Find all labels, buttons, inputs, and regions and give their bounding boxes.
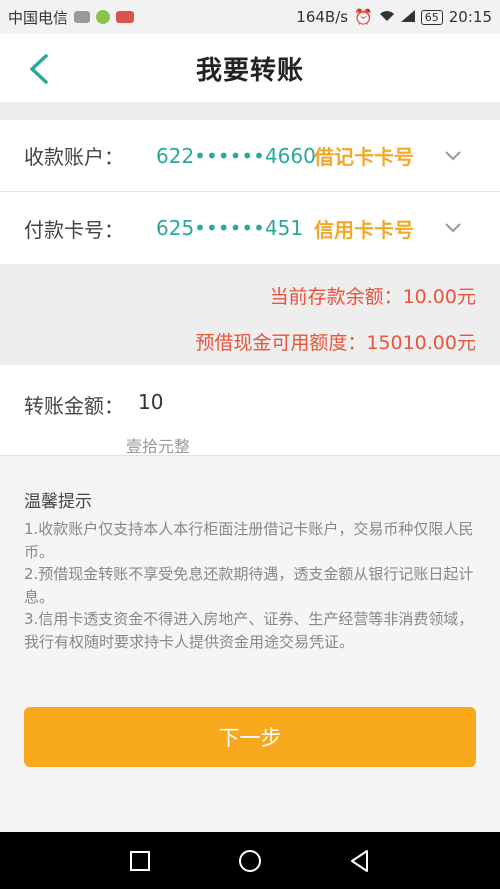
payee-account-number: 622••••••4660 (156, 143, 316, 168)
app-header: 我要转账 (0, 34, 500, 102)
wechat-icon (96, 10, 111, 24)
back-arrow-icon[interactable] (26, 52, 50, 86)
back-icon[interactable] (347, 848, 373, 874)
payee-card-type: 借记卡卡号 (314, 145, 414, 169)
amount-label: 转账金额： (24, 394, 124, 418)
chevron-down-icon[interactable] (444, 150, 462, 162)
tip-item: 2.预借现金转账不享受免息还款期待遇，透支金额从银行记账日起计息。 (24, 565, 474, 606)
tip-item: 1.收款账户仅支持本人本行柜面注册借记卡账户，交易币种仅限人民币。 (24, 520, 474, 561)
wifi-icon (379, 8, 395, 26)
amount-in-chinese: 壹拾元整 (126, 437, 191, 456)
cloud-icon (74, 11, 91, 23)
deposit-balance: 当前存款余额：10.00元 (269, 286, 476, 308)
amount-section: 转账金额： 10 壹拾元整 (0, 365, 500, 456)
home-icon[interactable] (237, 848, 263, 874)
tips-title: 温馨提示 (24, 492, 92, 512)
signal-icon (400, 8, 415, 26)
status-bar: 中国电信 164B/s ⏰ 65 20:15 (0, 0, 500, 34)
alarm-icon: ⏰ (354, 8, 373, 26)
payee-account-row[interactable]: 收款账户： 622••••••4660 借记卡卡号 (0, 120, 500, 192)
chevron-down-icon[interactable] (444, 222, 462, 234)
carrier-label: 中国电信 (8, 8, 69, 27)
payer-card-row[interactable]: 付款卡号： 625••••••451 信用卡卡号 (0, 192, 500, 264)
payee-label: 收款账户： (24, 145, 124, 169)
network-speed: 164B/s (296, 8, 349, 26)
clock: 20:15 (448, 8, 492, 26)
battery-indicator: 65 (420, 9, 443, 25)
recent-apps-icon[interactable] (127, 848, 153, 874)
app-notification-icon (116, 11, 135, 23)
amount-input[interactable]: 10 (138, 390, 163, 414)
payer-card-type: 信用卡卡号 (314, 217, 414, 242)
tips-section: 温馨提示 1.收款账户仅支持本人本行柜面注册借记卡账户，交易币种仅限人民币。 2… (0, 455, 500, 833)
tips-list: 1.收款账户仅支持本人本行柜面注册借记卡账户，交易币种仅限人民币。 2.预借现金… (24, 518, 476, 653)
next-step-button[interactable]: 下一步 (24, 707, 476, 767)
payer-card-number: 625••••••451 (156, 216, 304, 240)
system-nav-bar (0, 832, 500, 889)
cash-advance-limit: 预借现金可用额度：15010.00元 (195, 332, 476, 354)
balance-panel: 当前存款余额：10.00元 预借现金可用额度：15010.00元 (0, 264, 500, 365)
section-divider (0, 102, 500, 120)
tip-item: 3.信用卡透支资金不得进入房地产、证券、生产经营等非消费领域，我行有权随时要求持… (24, 610, 474, 651)
page-title: 我要转账 (195, 55, 304, 86)
payer-label: 付款卡号： (24, 217, 124, 242)
